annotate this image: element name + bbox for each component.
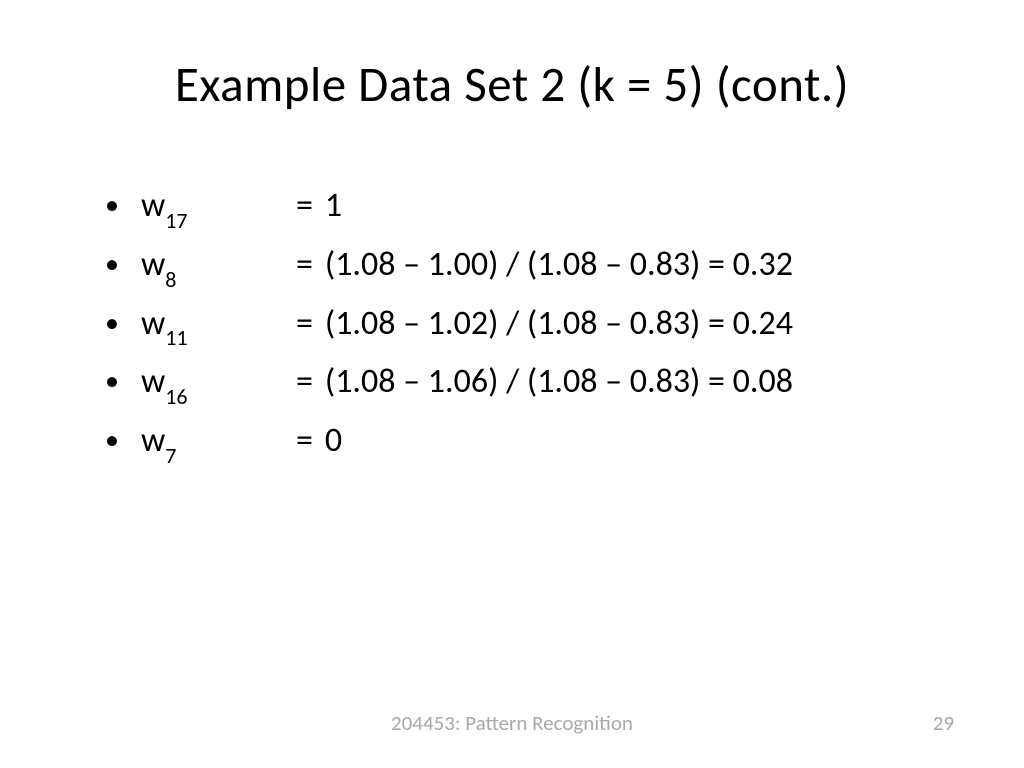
page-number: 29 xyxy=(933,710,954,736)
variable-subscript: 16 xyxy=(165,383,187,410)
equation-value: (1.08 – 1.00) / (1.08 – 0.83) = 0.32 xyxy=(325,244,793,285)
equation-value: 1 xyxy=(325,185,342,226)
equation-value: (1.08 – 1.02) / (1.08 – 0.83) = 0.24 xyxy=(325,303,793,344)
bullet-icon: • xyxy=(105,426,119,454)
bullet-icon: • xyxy=(105,309,119,337)
variable-subscript: 7 xyxy=(165,442,176,469)
equation-value: (1.08 – 1.06) / (1.08 – 0.83) = 0.08 xyxy=(325,361,793,402)
footer-label: 204453: Pattern Recognition xyxy=(391,710,633,736)
list-item: • w11 = (1.08 – 1.02) / (1.08 – 0.83) = … xyxy=(105,303,939,348)
variable-label: w8 xyxy=(141,244,296,289)
variable-subscript: 17 xyxy=(165,207,187,234)
variable-base: w xyxy=(141,185,165,226)
variable-base: w xyxy=(141,420,165,461)
variable-base: w xyxy=(141,361,165,402)
slide-title: Example Data Set 2 (k = 5) (cont.) xyxy=(85,55,939,115)
equals-sign: = xyxy=(296,420,313,461)
slide-container: Example Data Set 2 (k = 5) (cont.) • w17… xyxy=(0,0,1024,768)
variable-base: w xyxy=(141,303,165,344)
variable-subscript: 8 xyxy=(165,266,176,293)
bullet-list: • w17 = 1 • w8 = (1.08 – 1.00) / (1.08 –… xyxy=(85,185,939,465)
equals-sign: = xyxy=(296,361,313,402)
variable-label: w16 xyxy=(141,361,296,406)
variable-subscript: 11 xyxy=(165,324,187,351)
bullet-icon: • xyxy=(105,191,119,219)
bullet-icon: • xyxy=(105,367,119,395)
list-item: • w8 = (1.08 – 1.00) / (1.08 – 0.83) = 0… xyxy=(105,244,939,289)
variable-label: w7 xyxy=(141,420,296,465)
equals-sign: = xyxy=(296,185,313,226)
equals-sign: = xyxy=(296,303,313,344)
bullet-icon: • xyxy=(105,250,119,278)
list-item: • w17 = 1 xyxy=(105,185,939,230)
list-item: • w16 = (1.08 – 1.06) / (1.08 – 0.83) = … xyxy=(105,361,939,406)
list-item: • w7 = 0 xyxy=(105,420,939,465)
equals-sign: = xyxy=(296,244,313,285)
variable-label: w11 xyxy=(141,303,296,348)
variable-base: w xyxy=(141,244,165,285)
footer: 204453: Pattern Recognition xyxy=(0,710,1024,736)
variable-label: w17 xyxy=(141,185,296,230)
equation-value: 0 xyxy=(325,420,342,461)
